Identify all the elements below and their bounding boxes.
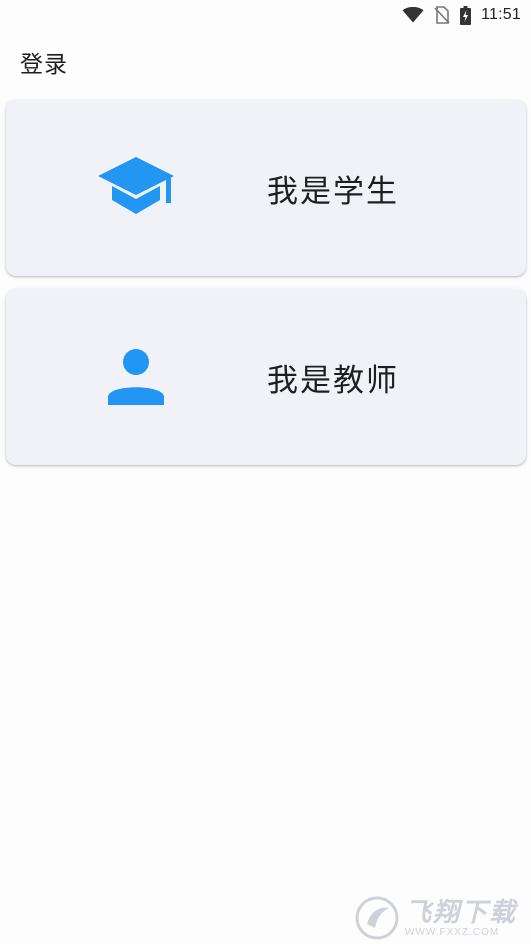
status-bar: 11:51 [0,0,531,30]
teacher-role-card[interactable]: 我是教师 [6,289,526,465]
battery-charging-icon [460,5,472,25]
page-title: 登录 [20,52,68,78]
student-role-label: 我是学生 [267,173,399,210]
app-bar: 登录 [0,34,531,90]
student-role-card[interactable]: 我是学生 [6,100,526,276]
person-icon [96,337,176,417]
watermark-logo-icon [355,896,399,940]
watermark-brand: 飞翔下载 [404,897,517,928]
status-time: 11:51 [481,6,521,23]
graduation-cap-icon [96,148,176,228]
watermark-url: WWW.FXXZ.COM [404,926,500,938]
watermark: 飞翔下载 WWW.FXXZ.COM [355,896,517,940]
no-sim-icon [434,6,450,24]
teacher-role-label: 我是教师 [267,362,399,399]
wifi-icon [402,7,424,23]
